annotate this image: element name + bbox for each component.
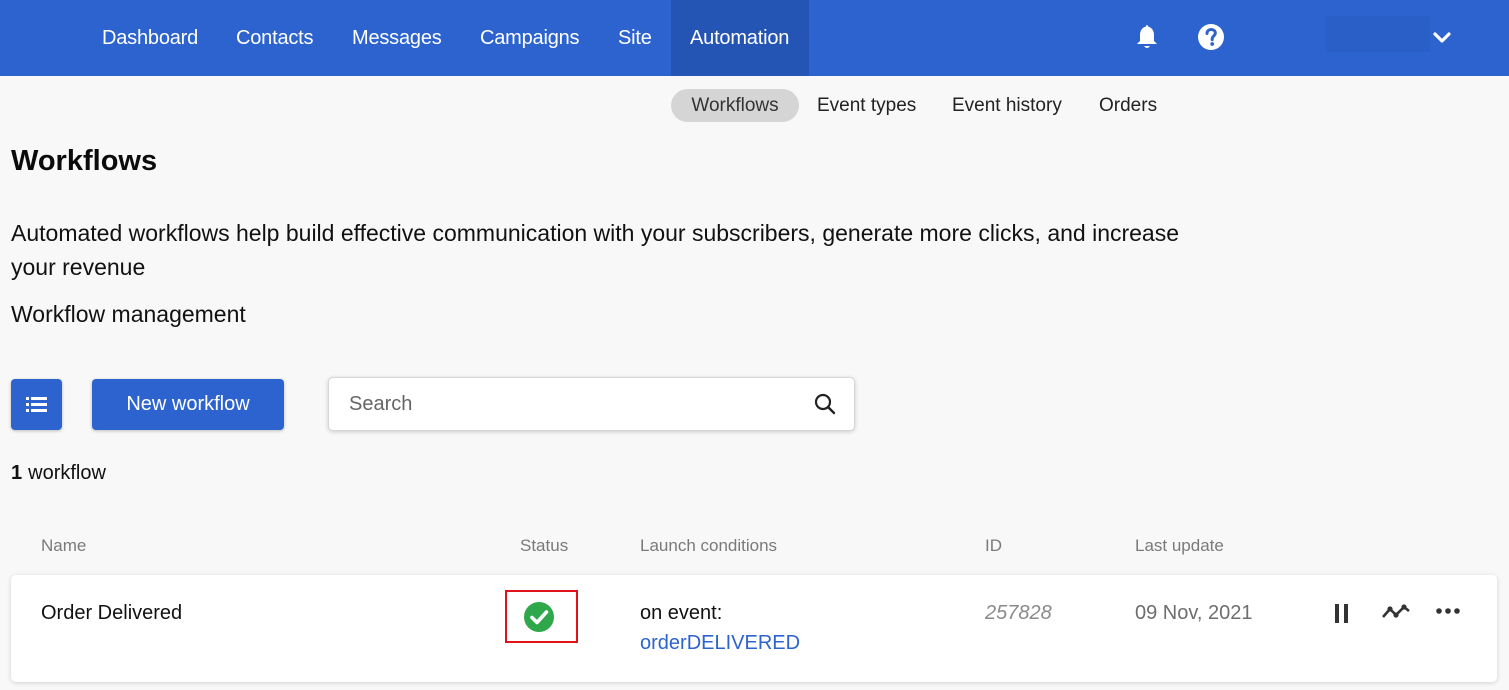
tab-workflows[interactable]: Workflows: [671, 89, 799, 122]
check-circle-icon: [524, 602, 554, 632]
chevron-down-icon[interactable]: [1430, 26, 1454, 50]
status-highlight: [505, 590, 578, 643]
workflow-count: 1 workflow: [11, 462, 106, 485]
account-menu[interactable]: [1325, 16, 1430, 52]
pause-icon[interactable]: [1327, 599, 1357, 629]
page-title: Workflows: [11, 145, 158, 177]
nav-item-dashboard[interactable]: Dashboard: [102, 0, 198, 76]
stats-icon[interactable]: [1381, 599, 1411, 629]
launch-condition-prefix: on event:: [640, 602, 723, 624]
help-icon[interactable]: [1196, 22, 1226, 52]
column-header-launch-conditions: Launch conditions: [640, 536, 778, 555]
nav-item-contacts[interactable]: Contacts: [236, 0, 314, 76]
search-icon[interactable]: [814, 393, 836, 415]
nav-item-site[interactable]: Site: [618, 0, 652, 76]
more-icon[interactable]: [1433, 599, 1463, 629]
section-label: Workflow management: [11, 301, 246, 327]
list-view-button[interactable]: [11, 379, 62, 430]
launch-condition-event-link[interactable]: orderDELIVERED: [640, 632, 800, 655]
search-box: [328, 377, 855, 431]
workflow-last-update: 09 Nov, 2021: [1135, 602, 1253, 624]
top-navigation: Dashboard Contacts Messages Campaigns Si…: [0, 0, 1509, 76]
nav-item-automation[interactable]: Automation: [671, 0, 809, 76]
tab-event-types[interactable]: Event types: [817, 89, 916, 122]
page-description: Automated workflows help build effective…: [11, 220, 1180, 280]
nav-item-messages[interactable]: Messages: [352, 0, 442, 76]
column-header-last-update: Last update: [1135, 536, 1224, 555]
bell-icon[interactable]: [1132, 22, 1162, 52]
search-input[interactable]: [349, 378, 789, 430]
workflow-count-number: 1: [11, 462, 23, 484]
workflow-id: 257828: [985, 602, 1052, 624]
column-header-name: Name: [41, 536, 87, 555]
workflow-count-unit: workflow: [28, 462, 106, 484]
new-workflow-button[interactable]: New workflow: [92, 379, 284, 430]
column-header-id: ID: [985, 536, 1002, 555]
table-row[interactable]: Order Delivered on event: orderDELIVERED…: [11, 575, 1497, 682]
nav-item-campaigns[interactable]: Campaigns: [480, 0, 580, 76]
list-view-icon: [26, 397, 47, 412]
workflow-name[interactable]: Order Delivered: [41, 602, 182, 625]
column-header-status: Status: [520, 536, 569, 555]
tab-event-history[interactable]: Event history: [952, 89, 1062, 122]
tab-orders[interactable]: Orders: [1099, 89, 1157, 122]
